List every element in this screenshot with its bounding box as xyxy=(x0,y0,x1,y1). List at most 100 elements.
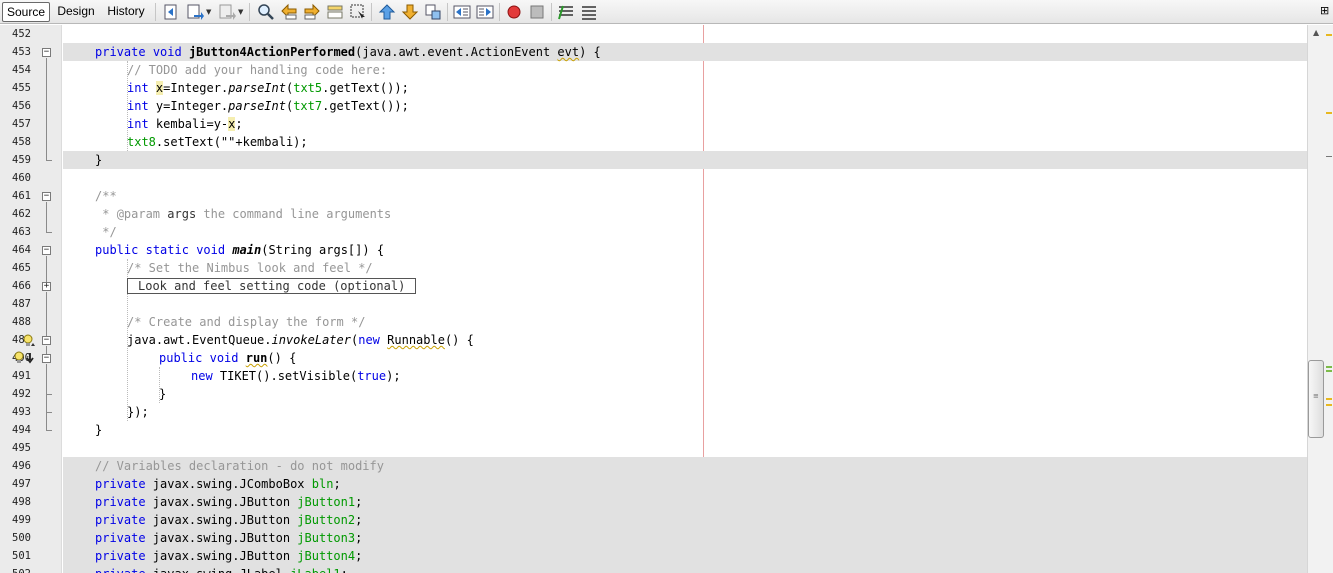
fold-collapse-icon[interactable]: − xyxy=(42,192,51,201)
forward-dropdown-icon[interactable]: ▼ xyxy=(238,3,245,21)
uncomment-icon[interactable] xyxy=(580,3,598,21)
line-number: 463 xyxy=(12,226,31,238)
code-line: } xyxy=(63,151,1307,169)
keyword: private xyxy=(95,549,146,563)
code-line: * @param args the command line arguments xyxy=(63,205,1307,223)
start-macro-icon[interactable] xyxy=(505,3,523,21)
find-icon[interactable] xyxy=(257,3,275,21)
code-text: ; xyxy=(235,117,243,131)
fold-collapse-icon[interactable]: − xyxy=(42,354,51,363)
scroll-up-icon[interactable]: ▲ xyxy=(1313,28,1319,37)
error-stripe-marker[interactable] xyxy=(1326,370,1332,372)
fold-collapse-icon[interactable]: − xyxy=(42,336,51,345)
line-number: 501 xyxy=(12,550,31,562)
error-stripe-marker[interactable] xyxy=(1326,398,1332,400)
toolbar-overflow-icon[interactable]: ⊞ xyxy=(1320,3,1332,19)
code-line: private javax.swing.JButton jButton1; xyxy=(63,493,1307,511)
code-editor[interactable]: private void jButton4ActionPerformed(jav… xyxy=(63,25,1307,573)
error-stripe-marker[interactable] xyxy=(1326,366,1332,368)
code-text: ; xyxy=(355,531,363,545)
error-stripe-marker[interactable] xyxy=(1326,404,1332,406)
next-bookmark-icon[interactable] xyxy=(401,3,419,21)
toolbar-separator xyxy=(499,3,500,21)
toolbar-separator xyxy=(155,3,156,21)
override-arrow-icon[interactable] xyxy=(26,351,34,365)
vertical-scrollbar[interactable] xyxy=(1307,25,1333,573)
line-number: 458 xyxy=(12,136,31,148)
shift-right-icon[interactable] xyxy=(476,3,494,21)
back-icon[interactable] xyxy=(186,3,204,21)
scrollbar-thumb[interactable]: ≡ xyxy=(1308,360,1324,438)
keyword: int xyxy=(127,117,149,131)
code-line: private javax.swing.JButton jButton2; xyxy=(63,511,1307,529)
code-text: }); xyxy=(127,405,149,419)
previous-bookmark-icon[interactable] xyxy=(378,3,396,21)
code-text: ; xyxy=(355,495,363,509)
code-line: int kembali=y-x; xyxy=(63,115,1307,133)
tab-history[interactable]: History xyxy=(103,2,149,22)
static-method: invokeLater xyxy=(271,333,351,347)
toggle-highlight-icon[interactable] xyxy=(326,3,344,21)
forward-icon[interactable] xyxy=(218,3,236,21)
keyword: private xyxy=(95,45,146,59)
line-number: 452 xyxy=(12,28,31,40)
stop-macro-icon[interactable] xyxy=(528,3,546,21)
find-selection-icon[interactable] xyxy=(349,3,367,21)
error-stripe-marker[interactable] xyxy=(1326,112,1332,114)
tab-source[interactable]: Source xyxy=(2,2,50,22)
static-method: parseInt xyxy=(228,99,286,113)
code-text: TIKET().setVisible( xyxy=(212,369,358,383)
line-number: 502 xyxy=(0,565,31,573)
fold-end xyxy=(46,394,52,395)
code-text: ; xyxy=(333,477,341,491)
code-text: ; xyxy=(355,549,363,563)
field-name: jButton3 xyxy=(297,531,356,545)
field-name: jButton2 xyxy=(297,513,356,527)
code-text: y=Integer. xyxy=(148,99,229,113)
method-name: main xyxy=(232,243,262,257)
code-text: ; xyxy=(355,513,363,527)
toggle-bookmark-icon[interactable] xyxy=(424,3,442,21)
keyword: void xyxy=(209,351,239,365)
code-text: } xyxy=(95,423,103,437)
comment: /* Set the Nimbus look and feel */ xyxy=(127,261,373,275)
error-stripe-marker[interactable] xyxy=(1326,156,1332,157)
code-text: (java.awt.event.ActionEvent xyxy=(355,45,558,59)
type-name: javax.swing.JButton xyxy=(145,549,298,563)
line-number: 494 xyxy=(12,424,31,436)
find-next-icon[interactable] xyxy=(303,3,321,21)
code-text: (String args[]) { xyxy=(261,243,385,257)
field-name: txt8 xyxy=(127,135,156,149)
hint-bulb-icon[interactable] xyxy=(13,351,27,365)
code-line: */ xyxy=(63,223,1307,241)
grip-icon: ≡ xyxy=(1313,392,1319,400)
last-edit-icon[interactable] xyxy=(162,3,180,21)
fold-guide xyxy=(46,292,47,340)
fold-expand-icon[interactable]: + xyxy=(42,282,51,291)
comment-icon[interactable] xyxy=(557,3,575,21)
shift-left-icon[interactable] xyxy=(453,3,471,21)
back-dropdown-icon[interactable]: ▼ xyxy=(206,3,213,21)
fold-end xyxy=(46,160,52,161)
comment: * xyxy=(95,207,117,221)
class-name: Runnable xyxy=(387,333,445,347)
line-number: 455 xyxy=(12,82,31,94)
fold-collapse-icon[interactable]: − xyxy=(42,246,51,255)
fold-collapse-icon[interactable]: − xyxy=(42,48,51,57)
find-previous-icon[interactable] xyxy=(280,3,298,21)
parameter-name: evt xyxy=(557,45,580,59)
line-number: 488 xyxy=(12,316,31,328)
hint-bulb-icon[interactable] xyxy=(22,334,36,348)
folded-code-block[interactable]: Look and feel setting code (optional) xyxy=(127,278,417,294)
tab-design[interactable]: Design xyxy=(54,2,98,22)
type-name: javax.swing.JButton xyxy=(145,495,298,509)
code-line: }); xyxy=(63,403,1307,421)
error-stripe-marker[interactable] xyxy=(1326,34,1332,36)
code-line: /* Create and display the form */ xyxy=(63,313,1307,331)
line-number: 498 xyxy=(12,496,31,508)
code-text: () { xyxy=(444,333,474,347)
keyword: void xyxy=(152,45,182,59)
code-line: // TODO add your handling code here: xyxy=(63,61,1307,79)
line-number: 487 xyxy=(12,298,31,310)
